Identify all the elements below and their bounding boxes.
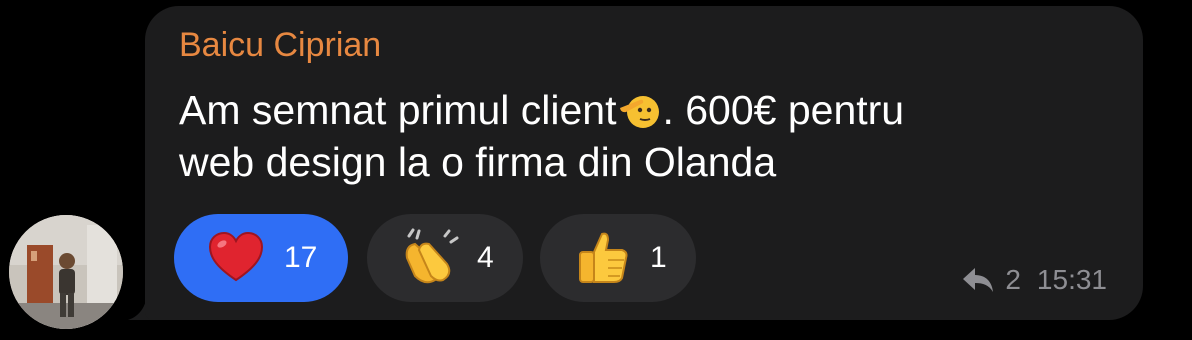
message-line-2: web design la o firma din Olanda — [179, 139, 777, 185]
sender-avatar[interactable] — [9, 215, 123, 329]
message-timestamp: 15:31 — [1036, 264, 1107, 295]
saluting-face-icon — [620, 96, 660, 128]
reaction-heart-button[interactable]: 17 — [174, 214, 348, 302]
message-text-part-2: . 600€ pentru — [662, 87, 905, 133]
reaction-clap-count: 4 — [477, 241, 494, 274]
avatar-photo — [9, 215, 123, 329]
reply-arrow-icon[interactable] — [961, 266, 995, 294]
message-text-part-1: Am semnat primul client — [179, 87, 617, 133]
clapping-hands-icon — [405, 228, 459, 284]
reaction-heart-count: 17 — [284, 241, 318, 274]
message-bubble[interactable]: Baicu Ciprian Am semnat primul client . … — [145, 6, 1143, 320]
thumbs-up-icon — [579, 232, 628, 283]
reaction-thumbs-up-button[interactable]: 1 — [540, 214, 696, 302]
red-heart-icon — [208, 231, 264, 282]
message-text: Am semnat primul client . 600€ pentru we… — [179, 84, 1139, 188]
reaction-thumbs-up-count: 1 — [650, 241, 667, 274]
message-line-1: Am semnat primul client . 600€ pentru — [179, 84, 1139, 136]
message-meta: 2 15:31 — [961, 264, 1107, 296]
reply-count[interactable]: 2 — [1005, 264, 1021, 296]
chat-view: Baicu Ciprian Am semnat primul client . … — [0, 0, 1192, 340]
reaction-clap-button[interactable]: 4 — [367, 214, 523, 302]
sender-name[interactable]: Baicu Ciprian — [179, 26, 381, 65]
